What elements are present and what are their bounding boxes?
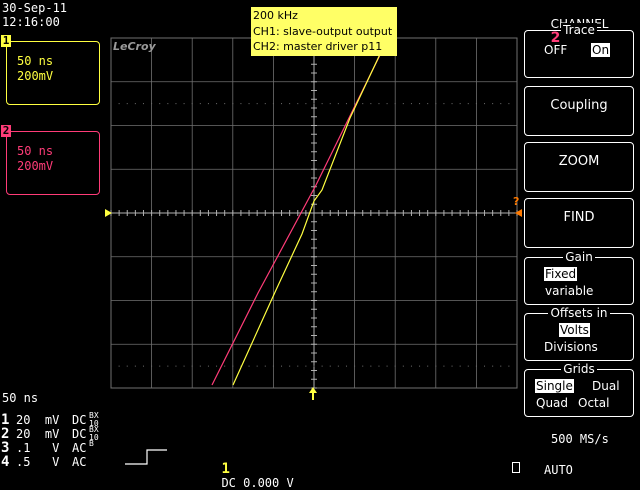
- lecroy-logo: LeCroy: [113, 40, 157, 53]
- offsets-menu-title: Offsets in: [548, 306, 610, 320]
- ch1-volts: 200mV: [17, 69, 54, 83]
- acquisition-status-icon: [512, 462, 520, 473]
- sample-rate: 500 MS/s: [551, 432, 609, 446]
- channel-table-number: 3: [1, 440, 10, 456]
- channel-table-row: 3 .1 V AC B: [0, 439, 120, 456]
- trigger-source: 1: [221, 461, 230, 477]
- ch1-timebase: 50 ns: [17, 54, 54, 68]
- gain-menu-group[interactable]: Gain Fixed variable: [524, 250, 634, 305]
- grids-octal-option[interactable]: Octal: [577, 396, 610, 410]
- grids-quad-option[interactable]: Quad: [535, 396, 569, 410]
- annotation-ch2-label: CH2: master driver p11: [253, 40, 383, 53]
- trigger-level-marker[interactable]: ?: [513, 195, 519, 208]
- trigger-position-marker[interactable]: [309, 387, 317, 400]
- channel-table-volts: 20 mV: [16, 427, 60, 441]
- channel-table-row: 2 20 mV DC BX 10: [0, 425, 120, 442]
- date-readout: 30-Sep-11: [2, 1, 68, 15]
- trigger-level-text: DC 0.000 V: [221, 476, 294, 490]
- ch2-number-badge: 2: [1, 124, 11, 137]
- trace-on-option[interactable]: On: [591, 43, 611, 57]
- zoom-button-label: ZOOM: [558, 154, 600, 169]
- channel-table-row: 1 20 mV DC BX 10: [0, 411, 120, 428]
- trigger-slope-icon: [125, 449, 167, 465]
- grids-menu-group[interactable]: Grids Single Dual Quad Octal: [524, 362, 634, 417]
- channel-table-coupling: DC: [72, 413, 87, 427]
- ch1-summary-box[interactable]: 1 50 ns 200mV: [1, 35, 100, 105]
- channel-table-coupling: AC: [72, 441, 87, 455]
- annotation-ch1-label: CH1: slave-output output: [253, 24, 393, 38]
- trace-annotation: 200 kHz CH1: slave-output output CH2: ma…: [251, 7, 397, 56]
- coupling-button-label: Coupling: [550, 98, 608, 113]
- channel-table-volts: .1 V: [16, 441, 60, 455]
- ch1-number-badge: 1: [1, 34, 11, 47]
- gain-fixed-option[interactable]: Fixed: [544, 267, 578, 281]
- ch1-trace: [232, 49, 383, 386]
- channel-table-number: 4: [1, 454, 10, 470]
- gain-menu-title: Gain: [563, 250, 595, 264]
- gain-variable-option[interactable]: variable: [544, 284, 594, 298]
- graticule-grid: [110, 37, 518, 389]
- grids-single-option[interactable]: Single: [535, 379, 574, 393]
- zoom-button[interactable]: ZOOM: [524, 142, 634, 192]
- trace-off-option[interactable]: OFF: [543, 43, 568, 57]
- coupling-button[interactable]: Coupling: [524, 86, 634, 136]
- channel-table-bandwidth: B: [89, 439, 94, 448]
- offsets-menu-group[interactable]: Offsets in Volts Divisions: [524, 306, 634, 361]
- channel-table-number: 2: [1, 426, 10, 442]
- ch2-summary-box[interactable]: 2 50 ns 200mV: [1, 125, 100, 195]
- channel-table-number: 1: [1, 412, 10, 428]
- grids-menu-title: Grids: [561, 362, 597, 376]
- annotation-frequency: 200 kHz: [253, 9, 298, 22]
- find-button[interactable]: FIND: [524, 198, 634, 248]
- trace-menu-group[interactable]: Trace OFF On: [524, 23, 634, 78]
- offsets-divisions-option[interactable]: Divisions: [543, 340, 599, 354]
- channel-table-coupling: AC: [72, 455, 87, 469]
- channel-table-volts: 20 mV: [16, 413, 60, 427]
- trigger-mode: AUTO: [544, 463, 573, 477]
- channel-table-row: 4 .5 V AC: [0, 455, 120, 469]
- channel-table-coupling: DC: [72, 427, 87, 441]
- waveform-display[interactable]: LeCroy ?: [100, 30, 530, 400]
- grids-dual-option[interactable]: Dual: [591, 379, 621, 393]
- trace-menu-title: Trace: [561, 23, 597, 37]
- ch2-timebase: 50 ns: [17, 144, 54, 158]
- channel-table-volts: .5 V: [16, 455, 60, 469]
- ch2-ground-marker[interactable]: [515, 209, 522, 217]
- ch2-volts: 200mV: [17, 159, 54, 173]
- find-button-label: FIND: [563, 210, 595, 225]
- offsets-volts-option[interactable]: Volts: [559, 323, 590, 337]
- timebase-readout: 50 ns: [2, 391, 39, 405]
- trigger-readout: 1 DC 0.000 V: [207, 448, 294, 490]
- time-readout: 12:16:00: [2, 15, 60, 29]
